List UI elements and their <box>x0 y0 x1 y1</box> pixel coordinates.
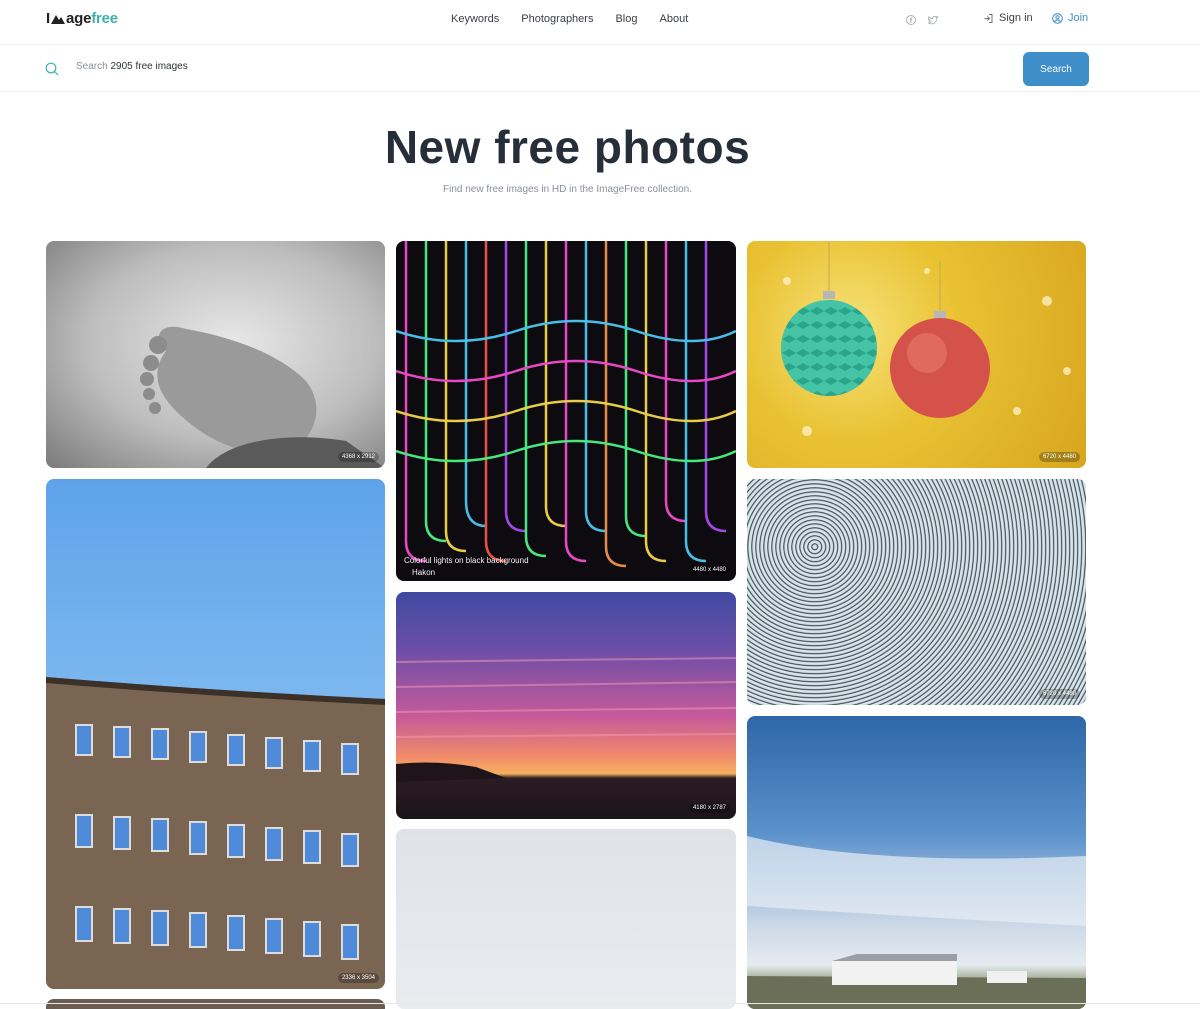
nav-blog[interactable]: Blog <box>615 13 637 25</box>
photo-card-baby-foot[interactable]: 4368 x 2912 <box>46 241 385 468</box>
photo-card-christmas-ornaments[interactable]: 6720 x 4480 <box>747 241 1086 468</box>
photo-caption: Colorful lights on black background <box>404 556 529 565</box>
page-bottom-divider <box>0 1003 1200 1004</box>
logo-text-prefix: I <box>46 10 50 27</box>
photo-card-frost[interactable]: 6720 x 4480 <box>747 479 1086 705</box>
photo-dimensions: 6720 x 4480 <box>1038 452 1080 462</box>
signin-link[interactable]: Sign in <box>983 12 1033 24</box>
photo-card-sunset[interactable]: 4180 x 2787 <box>396 592 736 819</box>
photo-card-sky[interactable] <box>396 829 736 1009</box>
search-icon <box>45 62 59 76</box>
photo-card-building[interactable]: 2336 x 3504 <box>46 479 385 989</box>
search-input[interactable]: Search 2905 free images <box>76 61 188 72</box>
photo-christmas-ornaments-image <box>781 241 1071 436</box>
search-bar: Search 2905 free images Search <box>0 45 1200 92</box>
social-links <box>905 13 939 25</box>
search-button[interactable]: Search <box>1023 52 1089 86</box>
search-count: 2905 free images <box>110 61 188 72</box>
signin-icon <box>984 13 993 23</box>
photo-colorful-lights-image <box>396 241 736 568</box>
photo-dimensions: 4180 x 2787 <box>688 803 730 813</box>
logo-text-mid: age <box>65 10 92 27</box>
nav-about[interactable]: About <box>660 13 689 25</box>
photo-card-white-house[interactable] <box>747 716 1086 1009</box>
photo-building-image <box>46 677 385 989</box>
photo-card-partial[interactable] <box>46 999 385 1009</box>
signin-label: Sign in <box>999 12 1033 24</box>
mountain-logo-icon <box>50 15 65 24</box>
photo-white-house-image <box>747 836 1086 1009</box>
photo-dimensions: 4480 x 4480 <box>688 565 730 575</box>
logo-text-suffix: free <box>91 10 118 27</box>
photo-author[interactable]: Hakon <box>412 568 435 577</box>
nav-keywords[interactable]: Keywords <box>451 13 499 25</box>
photo-dimensions: 6720 x 4480 <box>1038 689 1080 699</box>
nav-photographers[interactable]: Photographers <box>521 13 593 25</box>
main-nav: Keywords Photographers Blog About <box>451 13 710 25</box>
photo-dimensions: 2336 x 3504 <box>337 973 379 983</box>
photo-sunset-image <box>396 657 736 782</box>
facebook-icon[interactable] <box>905 13 917 25</box>
page-title: New free photos <box>384 121 751 173</box>
top-navbar: I age free Keywords Photographers Blog A… <box>0 0 1200 45</box>
site-logo[interactable]: I age free <box>46 10 118 27</box>
user-icon <box>1052 12 1063 24</box>
join-link[interactable]: Join <box>1052 12 1088 24</box>
twitter-icon[interactable] <box>927 13 939 25</box>
page-subtitle: Find new free images in HD in the ImageF… <box>442 184 692 195</box>
photo-dimensions: 4368 x 2912 <box>337 452 379 462</box>
photo-card-colorful-lights[interactable]: Colorful lights on black background Hako… <box>396 241 736 581</box>
join-label: Join <box>1068 12 1089 24</box>
search-prefix: Search <box>76 61 108 72</box>
photo-baby-foot-image <box>140 326 385 468</box>
